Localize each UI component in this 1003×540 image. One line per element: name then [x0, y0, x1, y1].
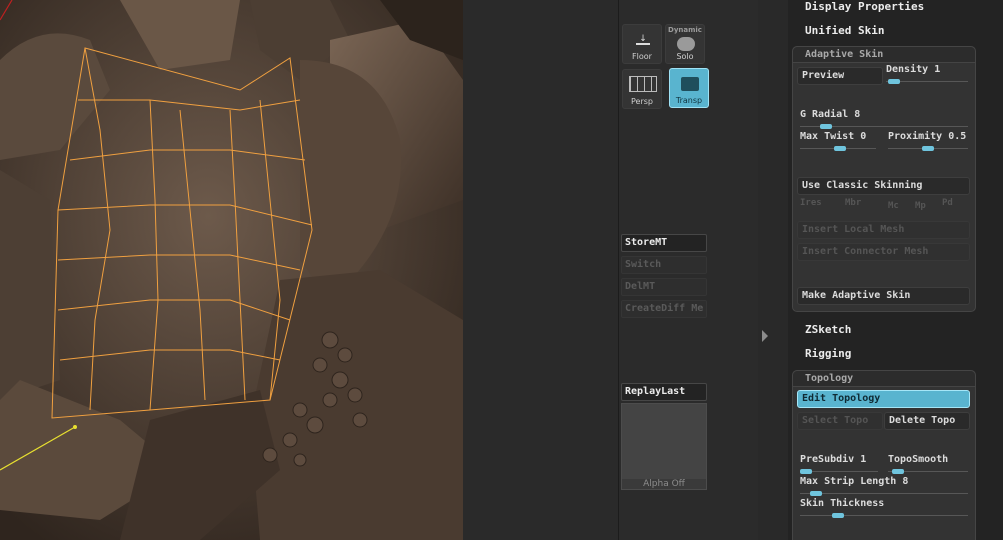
mbr-slider[interactable]: Mbr	[845, 198, 861, 208]
delmt-button[interactable]: DelMT	[621, 278, 707, 296]
storemt-button[interactable]: StoreMT	[621, 234, 707, 252]
toposmooth-slider[interactable]: TopoSmooth	[884, 454, 972, 474]
alpha-label: Alpha Off	[622, 479, 706, 489]
mp-toggle[interactable]: Mp	[915, 201, 926, 211]
solo-icon	[677, 37, 695, 51]
floor-icon: ↓	[636, 35, 650, 45]
insert-local-mesh-button[interactable]: Insert Local Mesh	[797, 221, 970, 239]
adaptive-skin-header[interactable]: Adaptive Skin	[793, 47, 975, 63]
edit-topology-button[interactable]: Edit Topology	[797, 390, 970, 408]
perspective-grid-icon	[629, 76, 657, 92]
replaylast-button[interactable]: ReplayLast	[621, 383, 707, 401]
select-topo-button[interactable]: Select Topo	[797, 412, 883, 430]
density-slider[interactable]: Density 1	[882, 64, 972, 84]
mc-toggle[interactable]: Mc	[888, 201, 899, 211]
preview-button[interactable]: Preview	[797, 67, 883, 85]
alpha-thumbnail[interactable]: Alpha Off	[621, 403, 707, 490]
viewport-canvas[interactable]	[0, 0, 463, 540]
creatediff-mesh-button[interactable]: CreateDiff Me	[621, 300, 707, 318]
g-radial-slider[interactable]: G Radial 8	[796, 109, 972, 129]
document-background	[463, 0, 618, 540]
presubdiv-slider[interactable]: PreSubdiv 1	[796, 454, 882, 474]
palette-divider[interactable]	[758, 0, 788, 540]
display-properties-header[interactable]: Display Properties	[805, 0, 924, 13]
insert-connector-mesh-button[interactable]: Insert Connector Mesh	[797, 243, 970, 261]
solo-button[interactable]: Dynamic Solo	[665, 24, 705, 64]
floor-button[interactable]: ↓ Floor	[622, 24, 662, 64]
rigging-header[interactable]: Rigging	[805, 347, 851, 360]
topology-header[interactable]: Topology	[793, 371, 975, 387]
delete-topo-button[interactable]: Delete Topo	[884, 412, 970, 430]
transp-button[interactable]: Transp	[669, 68, 709, 108]
switch-button[interactable]: Switch	[621, 256, 707, 274]
max-twist-slider[interactable]: Max Twist 0	[796, 131, 880, 151]
collapse-arrow-icon[interactable]	[762, 330, 768, 342]
pd-slider[interactable]: Pd	[942, 198, 953, 208]
use-classic-skinning-button[interactable]: Use Classic Skinning	[797, 177, 970, 195]
unified-skin-header[interactable]: Unified Skin	[805, 24, 884, 37]
ires-slider[interactable]: Ires	[800, 198, 822, 208]
make-adaptive-skin-button[interactable]: Make Adaptive Skin	[797, 287, 970, 305]
proximity-slider[interactable]: Proximity 0.5	[884, 131, 972, 151]
zsketch-header[interactable]: ZSketch	[805, 323, 851, 336]
persp-button[interactable]: Persp	[622, 69, 662, 109]
skin-thickness-slider[interactable]: Skin Thickness	[796, 498, 972, 518]
max-strip-length-slider[interactable]: Max Strip Length 8	[796, 476, 972, 496]
transparency-icon	[681, 77, 699, 91]
